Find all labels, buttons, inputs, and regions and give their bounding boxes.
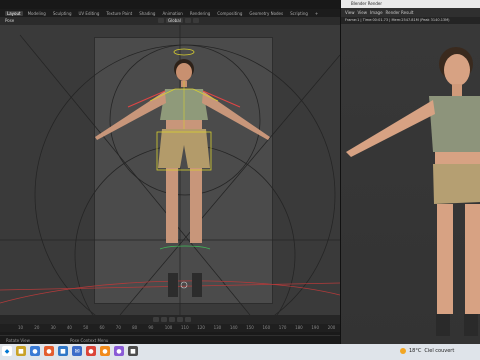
playback-controls [153, 317, 191, 322]
frame-tick-label: 160 [262, 325, 271, 330]
render-menu-item[interactable]: View [358, 10, 368, 15]
tab-texture-paint[interactable]: Texture Paint [104, 11, 134, 16]
office-icon[interactable]: ● [44, 346, 54, 356]
tab-geometry-nodes[interactable]: Geometry Nodes [247, 11, 285, 16]
frame-ruler[interactable]: 10 20 30 40 50 60 70 80 90 100 110 120 130 140 150 160 1… [0, 324, 340, 332]
render-window-title: Blender Render [351, 1, 383, 6]
guide-circle [74, 144, 296, 315]
mode-select[interactable]: Pose [5, 19, 14, 23]
frame-tick-label: 40 [66, 325, 72, 330]
status-context-menu: Pose Context Menu [70, 338, 109, 343]
frame-tick-label: 130 [213, 325, 222, 330]
frame-tick-label: 90 [148, 325, 154, 330]
render-menu-item[interactable]: Render Result [386, 10, 414, 15]
weather-icon [400, 348, 406, 354]
render-window-menu: View View Image Render Result [341, 8, 480, 17]
tab-rendering[interactable]: Rendering [188, 11, 212, 16]
tab-scripting[interactable]: Scripting [288, 11, 310, 16]
frame-tick-label: 30 [50, 325, 56, 330]
app-icon[interactable]: ● [114, 346, 124, 356]
frame-tick-label: 50 [83, 325, 89, 330]
tab-sculpting[interactable]: Sculpting [51, 11, 74, 16]
viewport-controls: Global [158, 18, 199, 23]
frame-tick-label: 80 [132, 325, 138, 330]
render-menu-item[interactable]: Image [370, 10, 383, 15]
frame-tick-label: 70 [115, 325, 121, 330]
frame-tick-label: 180 [295, 325, 303, 330]
timeline-body[interactable] [0, 332, 340, 344]
tab-modeling[interactable]: Modeling [26, 11, 48, 16]
tab-compositing[interactable]: Compositing [215, 11, 244, 16]
proportional-icon[interactable] [192, 18, 199, 23]
frame-tick-label: 200 [327, 325, 336, 330]
tab-uv-editing[interactable]: UV Editing [77, 11, 102, 16]
frame-tick-label: 190 [311, 325, 320, 330]
title-strip [0, 0, 340, 9]
viewport-scene [0, 25, 340, 315]
edge-icon[interactable]: ● [30, 346, 40, 356]
tab-layout[interactable]: Layout [5, 10, 23, 16]
orientation-dropdown[interactable]: Global [166, 18, 183, 23]
render-menu-item[interactable]: View [345, 10, 355, 15]
system-tray[interactable]: 18°C Ciel couvert [400, 348, 454, 354]
3d-viewport[interactable] [0, 25, 340, 315]
file-explorer-icon[interactable]: ■ [16, 346, 26, 356]
render-window: Blender Render View View Image Render Resul… [340, 0, 480, 344]
weather-temp: 18°C [409, 348, 422, 354]
blender-icon[interactable]: ● [100, 346, 110, 356]
play-icon[interactable] [169, 317, 175, 322]
prev-key-icon[interactable] [161, 317, 167, 322]
next-key-icon[interactable] [177, 317, 183, 322]
frame-tick-label: 20 [34, 325, 40, 330]
render-info-text: Frame:1 | Time:00:01.73 | Mem:2547.81M (… [345, 18, 450, 22]
app-icon[interactable]: ■ [128, 346, 138, 356]
tab-animation[interactable]: Animation [160, 11, 184, 16]
guide-line [19, 34, 251, 315]
character-viewport [95, 48, 270, 297]
weather-desc: Ciel couvert [424, 348, 455, 354]
transform-icon[interactable] [158, 18, 164, 23]
frame-tick-label: 120 [197, 325, 205, 330]
blender-window: Layout Modeling Sculpting UV Editing Texture… [0, 0, 340, 344]
frame-tick-label: 10 [18, 325, 24, 330]
frame-tick-label: 100 [164, 325, 173, 330]
guide-line [119, 54, 340, 315]
render-canvas[interactable] [341, 24, 480, 344]
mail-icon[interactable]: ✉ [72, 346, 82, 356]
jump-end-icon[interactable] [185, 317, 191, 322]
snap-icon[interactable] [184, 18, 191, 23]
frame-tick-label: 170 [278, 325, 287, 330]
status-rotate-view: Rotate View [6, 338, 30, 343]
frame-tick-label: 110 [181, 325, 189, 330]
start-icon[interactable]: ◆ [2, 346, 12, 356]
frame-tick-label: 60 [99, 325, 105, 330]
store-icon[interactable]: ■ [58, 346, 68, 356]
frame-tick-label: 150 [246, 325, 254, 330]
jump-start-icon[interactable] [153, 317, 159, 322]
taskbar-icons: ◆ ■ ● ● ■ ✉ ● ● ● ■ [2, 346, 138, 356]
workspace-tabs: Layout Modeling Sculpting UV Editing Texture… [0, 9, 340, 17]
rendered-character [346, 47, 480, 336]
tab-[interactable]: + [313, 11, 320, 16]
frame-tick-label: 140 [229, 325, 238, 330]
tab-shading[interactable]: Shading [137, 11, 157, 16]
chrome-icon[interactable]: ● [86, 346, 96, 356]
